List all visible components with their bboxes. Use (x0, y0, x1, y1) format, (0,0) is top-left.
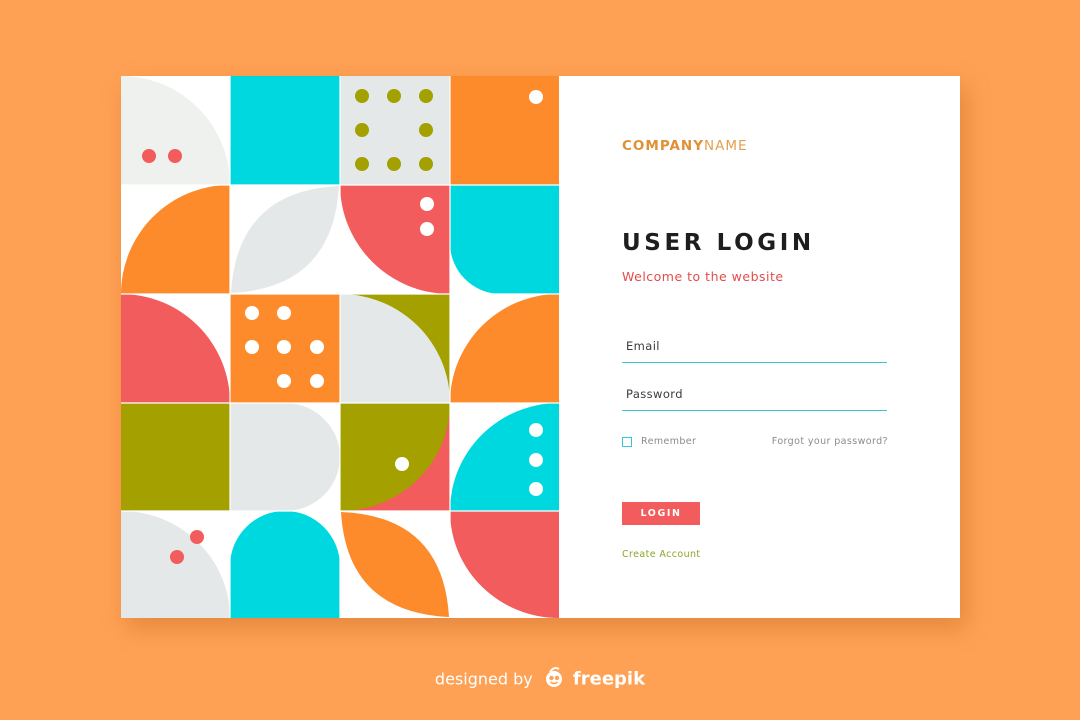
remember-row: Remember Forgot your password? (622, 436, 888, 452)
remember-label[interactable]: Remember (641, 436, 696, 447)
login-button[interactable]: LOGIN (622, 502, 700, 525)
password-field[interactable] (622, 380, 887, 408)
forgot-password-link[interactable]: Forgot your password? (772, 436, 888, 447)
login-panel: COMPANYNAME USER LOGIN Welcome to the we… (559, 76, 960, 618)
email-field[interactable] (622, 332, 887, 360)
create-account-link[interactable]: Create Account (622, 549, 701, 560)
page-title: USER LOGIN (622, 230, 815, 256)
designer-credit: designed by freepik (0, 666, 1080, 692)
password-field-wrapper (622, 380, 887, 411)
geometric-pattern-illustration (121, 76, 559, 618)
company-name-bold: COMPANY (622, 138, 704, 154)
login-card: COMPANYNAME USER LOGIN Welcome to the we… (121, 76, 960, 618)
email-field-wrapper (622, 332, 887, 363)
designed-by-text: designed by (434, 669, 533, 689)
geometric-pattern (121, 76, 559, 618)
welcome-subtitle: Welcome to the website (622, 269, 784, 284)
freepik-brand-text: freepik (572, 668, 646, 690)
freepik-logo-icon (542, 666, 566, 692)
company-logo: COMPANYNAME (622, 138, 748, 154)
company-name-light: NAME (704, 138, 748, 154)
remember-checkbox[interactable] (622, 437, 632, 447)
